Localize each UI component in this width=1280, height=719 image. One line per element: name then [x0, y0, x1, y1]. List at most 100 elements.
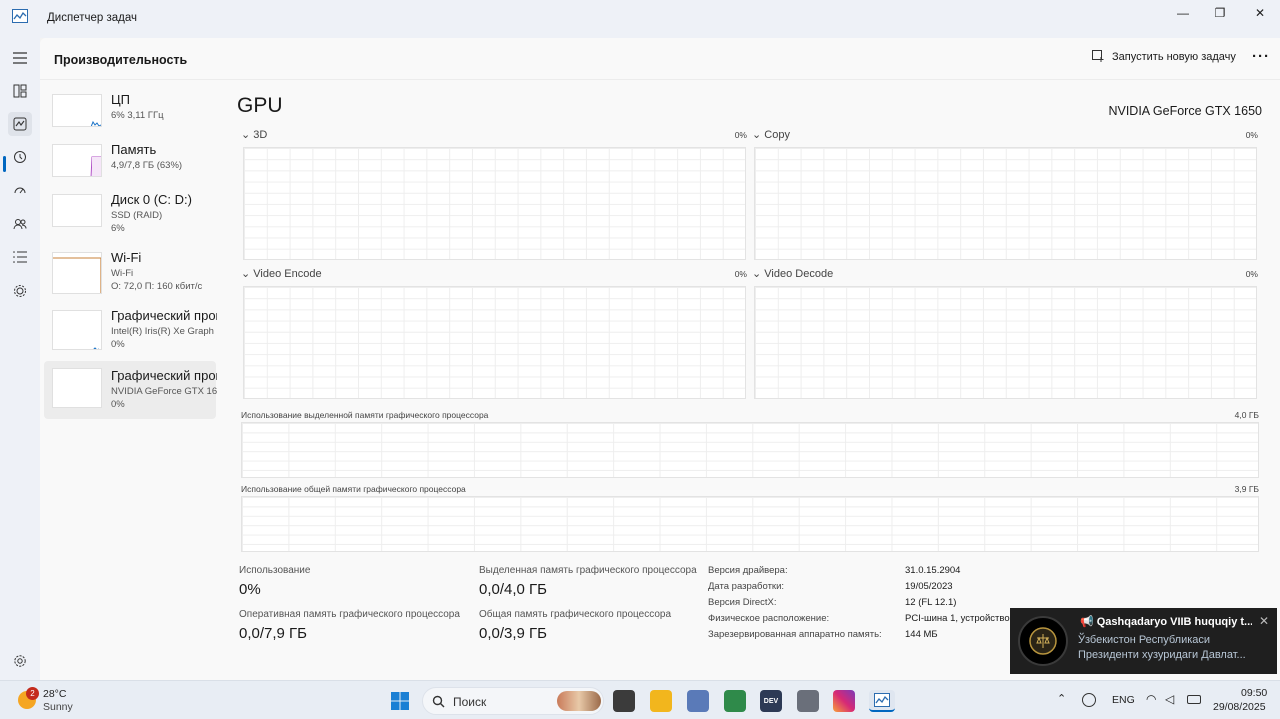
device-usage: 0%	[111, 339, 125, 350]
notification-toast[interactable]: 📢 Qashqadaryo VIIB huquqiy t... Ўзбекист…	[1010, 608, 1277, 674]
panel-header: Производительность Запустить новую задач…	[40, 38, 1280, 80]
hamburger-menu-icon[interactable]	[8, 46, 32, 70]
processes-icon[interactable]	[8, 79, 32, 103]
weather-badge: 2	[26, 687, 39, 700]
usage-label: Использование	[239, 565, 311, 576]
device-cpu[interactable]: ЦП 6% 3,11 ГГц	[44, 90, 216, 146]
device-memory[interactable]: Память 4,9/7,8 ГБ (63%)	[44, 140, 216, 196]
language-indicator[interactable]: ENG	[1112, 694, 1135, 706]
device-disk[interactable]: Диск 0 (C: D:) SSD (RAID) 6%	[44, 190, 216, 246]
chevron-down-icon: ⌄	[241, 129, 251, 141]
graph-video-decode	[754, 286, 1257, 399]
weather-condition: Sunny	[43, 701, 73, 713]
task-view-icon[interactable]	[613, 690, 635, 712]
shared-memory-max: 3,9 ГБ	[1234, 484, 1259, 494]
shared-memory-graph-label: Использование общей памяти графического …	[241, 484, 466, 494]
device-name: Графический проц	[111, 308, 217, 323]
close-button[interactable]: ✕	[1240, 0, 1280, 26]
restore-button[interactable]: ❐	[1200, 0, 1240, 26]
graph-video-encode	[243, 286, 746, 399]
engine-selector-3d[interactable]: ⌄ 3D	[241, 128, 267, 141]
task-manager-taskbar-icon[interactable]	[869, 690, 895, 712]
wifi-icon[interactable]: ◠	[1146, 692, 1156, 706]
weather-temperature: 28°C	[43, 688, 67, 700]
usage-value: 0%	[239, 581, 261, 598]
graph-3d	[243, 147, 746, 260]
battery-icon[interactable]	[1187, 695, 1201, 704]
info-value: 144 МБ	[905, 629, 938, 640]
dedicated-memory-graph-label: Использование выделенной памяти графичес…	[241, 410, 489, 420]
gpu-ram-value: 0,0/7,9 ГБ	[239, 625, 308, 642]
performance-panel: Производительность Запустить новую задач…	[40, 38, 1280, 680]
engine-label: Video Encode	[253, 268, 322, 280]
run-new-task-label: Запустить новую задачу	[1112, 50, 1236, 63]
dedicated-memory-label: Выделенная память графического процессор…	[479, 565, 697, 576]
dedicated-memory-value: 0,0/4,0 ГБ	[479, 581, 548, 598]
engine-percent: 0%	[734, 130, 747, 140]
task-manager-app-icon	[12, 9, 28, 23]
more-options-button[interactable]: ···	[1252, 48, 1270, 65]
settings-gear-icon[interactable]	[8, 649, 32, 673]
device-detail: Wi-Fi	[111, 268, 134, 279]
app-history-icon[interactable]	[8, 145, 32, 169]
engine-label: Copy	[764, 129, 790, 141]
minimize-button[interactable]: —	[1163, 0, 1203, 26]
details-icon[interactable]	[8, 245, 32, 269]
engine-selector-video-encode[interactable]: ⌄ Video Encode	[241, 267, 322, 280]
info-value: 31.0.15.2904	[905, 565, 961, 576]
memory-thumbnail	[52, 144, 102, 177]
users-icon[interactable]	[8, 212, 32, 236]
windows-start-icon[interactable]	[389, 690, 411, 712]
taskbar: 2 28°C Sunny Поиск DEV ⌃ ENG ◠ ◁ 09:50 2…	[0, 680, 1280, 719]
services-icon[interactable]	[8, 279, 32, 303]
device-gpu-1[interactable]: Графический проц NVIDIA GeForce GTX 16 0…	[44, 361, 217, 419]
volume-icon[interactable]: ◁	[1165, 692, 1174, 706]
disk-thumbnail	[52, 194, 102, 227]
browser-icon[interactable]	[724, 690, 746, 712]
shared-memory-label: Общая память графического процессора	[479, 609, 672, 620]
performance-icon[interactable]	[8, 112, 32, 136]
navigation-rail	[0, 38, 40, 680]
active-indicator	[3, 156, 6, 172]
chevron-down-icon: ⌄	[752, 268, 762, 280]
network-app-icon[interactable]	[687, 690, 709, 712]
gpu-ram-label: Оперативная память графического процессо…	[239, 609, 460, 620]
device-detail: SSD (RAID)	[111, 210, 163, 221]
wifi-thumbnail	[52, 252, 102, 294]
device-throughput: О: 72,0 П: 160 кбит/с	[111, 281, 203, 292]
device-gpu-0[interactable]: Графический проц Intel(R) Iris(R) Xe Gra…	[44, 306, 217, 362]
device-usage: 0%	[111, 399, 125, 410]
device-usage: 6%	[111, 223, 125, 234]
run-new-task-button[interactable]: Запустить новую задачу	[1092, 50, 1236, 63]
device-name: ЦП	[111, 92, 130, 107]
instagram-icon[interactable]	[833, 690, 855, 712]
startup-apps-icon[interactable]	[8, 178, 32, 202]
dev-app-icon[interactable]: DEV	[760, 690, 782, 712]
clock-time[interactable]: 09:50	[1241, 687, 1267, 699]
show-hidden-icons-chevron-icon[interactable]: ⌃	[1057, 692, 1066, 705]
info-value: PCI-шина 1, устройство	[905, 613, 1010, 624]
clock-date[interactable]: 29/08/2025	[1213, 701, 1266, 713]
info-key: Физическое расположение:	[708, 613, 830, 624]
device-wifi[interactable]: Wi-Fi Wi-Fi О: 72,0 П: 160 кбит/с	[44, 248, 216, 304]
engine-selector-video-decode[interactable]: ⌄ Video Decode	[752, 267, 833, 280]
notification-close-button[interactable]: ✕	[1259, 614, 1269, 628]
device-detail: NVIDIA GeForce GTX 16	[111, 386, 217, 397]
engine-percent: 0%	[1245, 269, 1258, 279]
engine-percent: 0%	[734, 269, 747, 279]
engine-selector-copy[interactable]: ⌄ Copy	[752, 128, 790, 141]
taskbar-search-box[interactable]: Поиск	[422, 687, 604, 715]
device-detail: 6% 3,11 ГГц	[111, 110, 164, 121]
channel-logo-icon	[1018, 616, 1068, 666]
sync-icon[interactable]	[1082, 693, 1096, 707]
engine-percent: 0%	[1245, 130, 1258, 140]
device-name: Память	[111, 142, 157, 157]
search-placeholder: Поиск	[453, 695, 487, 709]
info-key: Версия драйвера:	[708, 565, 788, 576]
device-name: Wi-Fi	[111, 250, 142, 265]
info-key: Зарезервированная аппаратно память:	[708, 629, 882, 640]
file-explorer-icon[interactable]	[650, 690, 672, 712]
title-bar: Диспетчер задач — ❐ ✕	[0, 0, 1280, 38]
gpu1-thumbnail	[52, 368, 102, 408]
storage-app-icon[interactable]	[797, 690, 819, 712]
